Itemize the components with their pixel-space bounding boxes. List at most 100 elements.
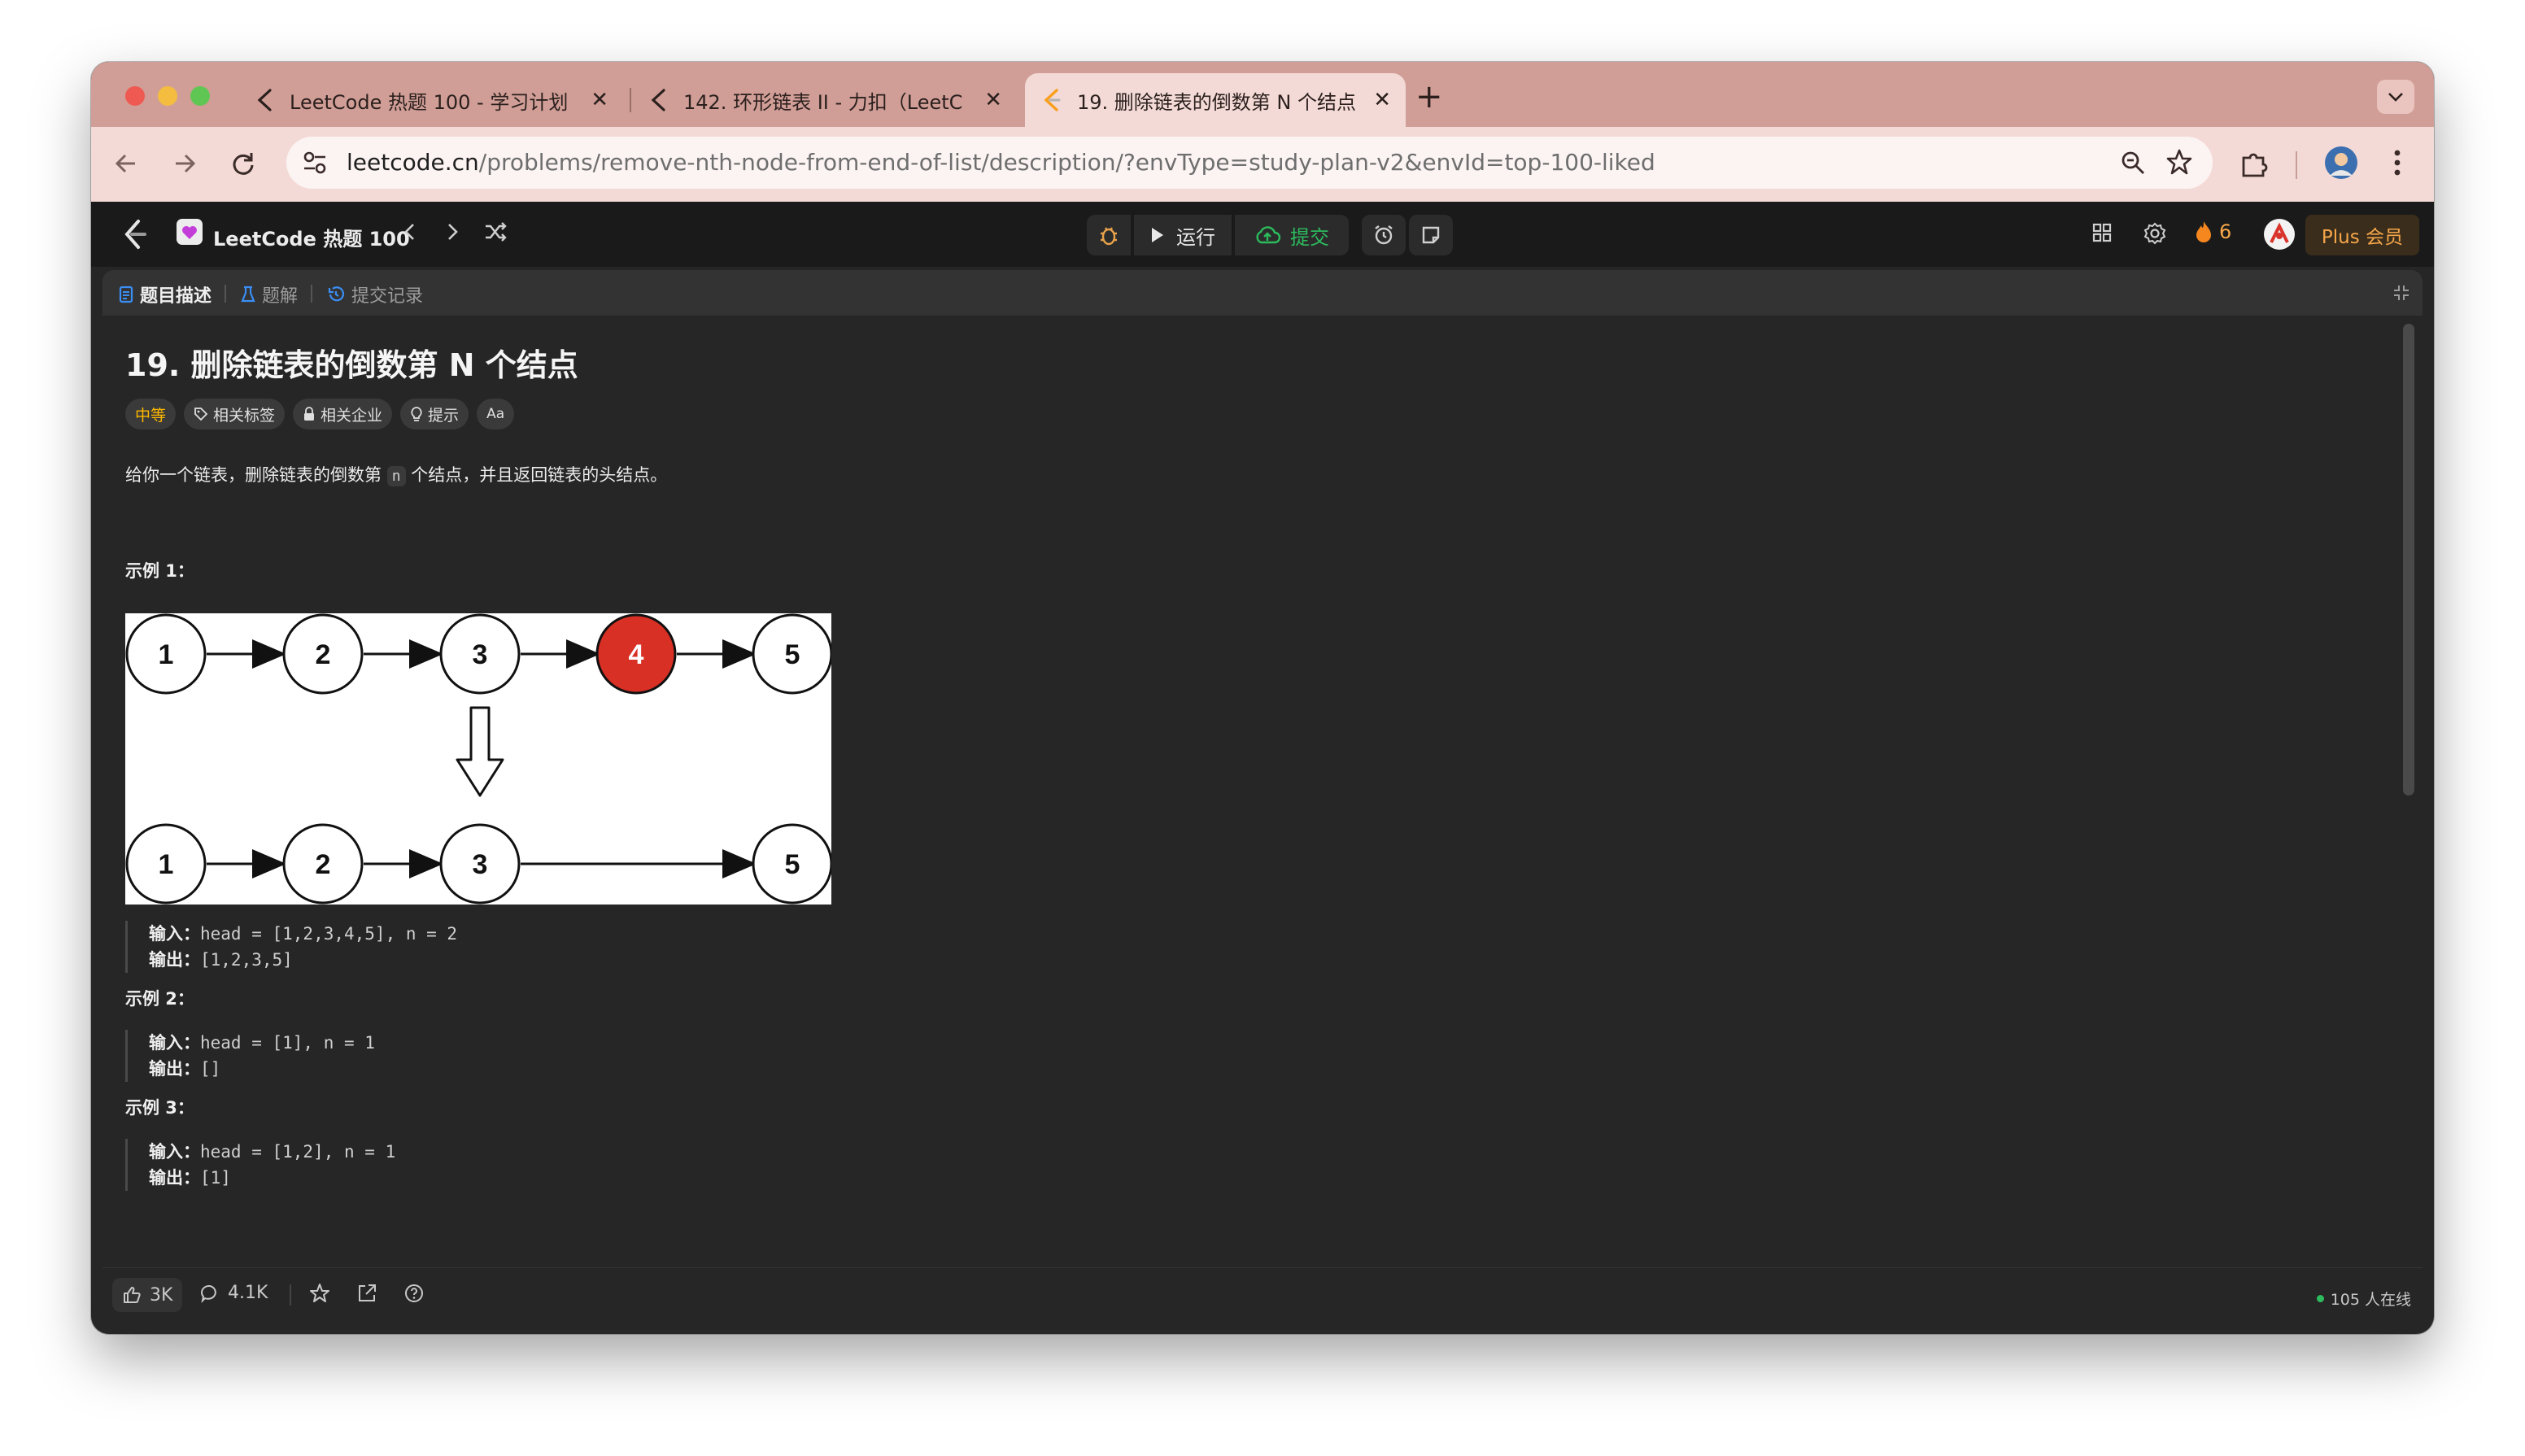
tab-solutions[interactable]: 题解 (241, 281, 298, 307)
problem-tags: 中等 相关标签 相关企业 提示 Aa (125, 399, 515, 429)
play-icon (1152, 228, 1163, 242)
streak-counter[interactable]: 6 (2195, 220, 2231, 244)
tab-submissions-label: 提交记录 (351, 286, 424, 307)
maximize-window-button[interactable] (190, 86, 210, 106)
example-input: head = [1], n = 1 (200, 1033, 375, 1053)
panel-tab-bar: 题目描述 题解 提交记录 (102, 270, 2423, 316)
gear-icon (2143, 222, 2166, 245)
bottom-list: 1 2 3 5 (125, 823, 833, 905)
flask-icon (241, 286, 255, 303)
help-button[interactable] (403, 1283, 425, 1304)
input-label: 输入： (149, 1142, 200, 1162)
linked-list-diagram: 1 2 3 4 5 1 2 3 5 (125, 613, 833, 905)
extensions-puzzle-icon[interactable] (2239, 148, 2270, 182)
minimize-window-button[interactable] (158, 86, 177, 106)
problem-description: 给你一个链表，删除链表的倒数第 n 个结点，并且返回链表的头结点。 (125, 462, 667, 486)
example-3-block: 输入：head = [1,2], n = 1 输出：[1] (125, 1139, 395, 1191)
tab-remove-nth-node[interactable]: 19. 删除链表的倒数第 N 个结点 ✕ (1025, 73, 1406, 127)
share-button[interactable] (356, 1283, 377, 1304)
next-problem-button[interactable] (444, 220, 460, 249)
user-avatar[interactable] (2263, 218, 2296, 255)
layout-button[interactable] (2091, 221, 2113, 249)
settings-button[interactable] (2143, 221, 2167, 251)
example-output: [1] (200, 1168, 231, 1188)
run-button[interactable]: 运行 (1134, 215, 1232, 255)
related-tags-label: 相关标签 (213, 406, 276, 425)
footer-divider (290, 1284, 291, 1306)
site-info-icon[interactable] (301, 150, 329, 179)
desc-text-before: 给你一个链表，删除链表的倒数第 (125, 465, 387, 485)
zoom-icon[interactable] (2120, 150, 2146, 179)
tab-divider (311, 285, 312, 303)
tab-linked-list-cycle[interactable]: 142. 环形链表 II - 力扣（LeetC ✕ (631, 73, 1017, 127)
related-companies-label: 相关企业 (321, 406, 383, 425)
leetcode-logo-icon (1038, 88, 1066, 112)
scrollbar-thumb[interactable] (2403, 324, 2414, 796)
document-icon (119, 286, 133, 303)
tab-solutions-label: 题解 (262, 286, 299, 307)
online-count-label: 105 人在线 (2330, 1291, 2411, 1309)
url-text: leetcode.cn/problems/remove-nth-node-fro… (347, 149, 1655, 176)
example-1-heading: 示例 1： (125, 561, 194, 581)
collapse-panel-button[interactable] (2392, 283, 2411, 306)
debug-button[interactable] (1087, 215, 1131, 255)
close-window-button[interactable] (125, 86, 145, 106)
tab-description[interactable]: 题目描述 (119, 281, 212, 307)
plus-membership-button[interactable]: Plus 会员 (2305, 215, 2419, 255)
description-panel: 题目描述 题解 提交记录 19. 删除链表的倒数第 N 个结点 中等 相关标签 … (102, 270, 2423, 1323)
timer-button[interactable] (1362, 215, 1406, 255)
close-tab-icon[interactable]: ✕ (591, 88, 608, 112)
toolbar-divider (2296, 151, 2297, 179)
flame-icon (2196, 221, 2211, 242)
address-bar[interactable]: leetcode.cn/problems/remove-nth-node-fro… (286, 137, 2213, 189)
example-input: head = [1,2], n = 1 (200, 1142, 396, 1162)
submit-button[interactable]: 提交 (1235, 215, 1349, 255)
leetcode-logo[interactable] (120, 218, 148, 255)
browser-menu-icon[interactable] (2393, 148, 2401, 181)
study-plan-title[interactable]: LeetCode 热题 100 (213, 223, 410, 251)
close-tab-icon[interactable]: ✕ (1373, 88, 1391, 112)
run-label: 运行 (1176, 225, 1215, 249)
reload-button[interactable] (229, 150, 257, 185)
run-submit-group: 运行 提交 (1087, 215, 1453, 255)
example-output: [1,2,3,5] (200, 950, 293, 970)
example-output: [] (200, 1059, 221, 1079)
hints-button[interactable]: 提示 (400, 399, 469, 429)
like-button[interactable]: 3K (112, 1278, 183, 1312)
bookmark-star-icon[interactable] (2165, 148, 2193, 179)
notes-button[interactable] (1409, 215, 1453, 255)
example-1-block: 输入：head = [1,2,3,4,5], n = 2 输出：[1,2,3,5… (125, 921, 457, 973)
favorite-button[interactable] (309, 1283, 330, 1304)
panel-footer: 3K 4.1K 105 人在线 (102, 1267, 2423, 1320)
output-label: 输出： (149, 1059, 200, 1079)
comments-button[interactable]: 4.1K (200, 1283, 268, 1303)
url-path: /problems/remove-nth-node-from-end-of-li… (478, 149, 1655, 176)
related-companies-button[interactable]: 相关企业 (293, 399, 393, 429)
example-3-heading: 示例 3： (125, 1098, 194, 1118)
tab-search-button[interactable] (2377, 80, 2414, 114)
translate-button[interactable]: Aa (477, 399, 515, 429)
back-button[interactable] (112, 150, 140, 185)
input-label: 输入： (149, 1033, 200, 1053)
profile-avatar[interactable] (2323, 145, 2359, 184)
new-tab-button[interactable]: + (1415, 78, 1443, 116)
problem-title[interactable]: 19. 删除链表的倒数第 N 个结点 (125, 340, 578, 385)
close-tab-icon[interactable]: ✕ (984, 88, 1002, 112)
arrow-right-icon (176, 154, 196, 173)
cloud-upload-icon (1256, 226, 1280, 244)
forward-button[interactable] (171, 150, 198, 185)
output-label: 输出： (149, 1168, 200, 1188)
lightbulb-icon (411, 407, 422, 421)
random-problem-button[interactable] (483, 220, 508, 249)
input-label: 输入： (149, 924, 200, 944)
prev-problem-button[interactable] (402, 220, 418, 249)
tab-submissions[interactable]: 提交记录 (327, 281, 423, 307)
lock-icon (304, 407, 315, 421)
tab-study-plan[interactable]: LeetCode 热题 100 - 学习计划 ✕ (238, 73, 623, 127)
url-host: leetcode.cn (347, 149, 479, 176)
node-label: 1 (159, 849, 174, 880)
node-label: 1 (159, 639, 174, 670)
chevron-down-icon (2388, 93, 2403, 102)
related-tags-button[interactable]: 相关标签 (184, 399, 286, 429)
node-label: 2 (316, 849, 331, 880)
